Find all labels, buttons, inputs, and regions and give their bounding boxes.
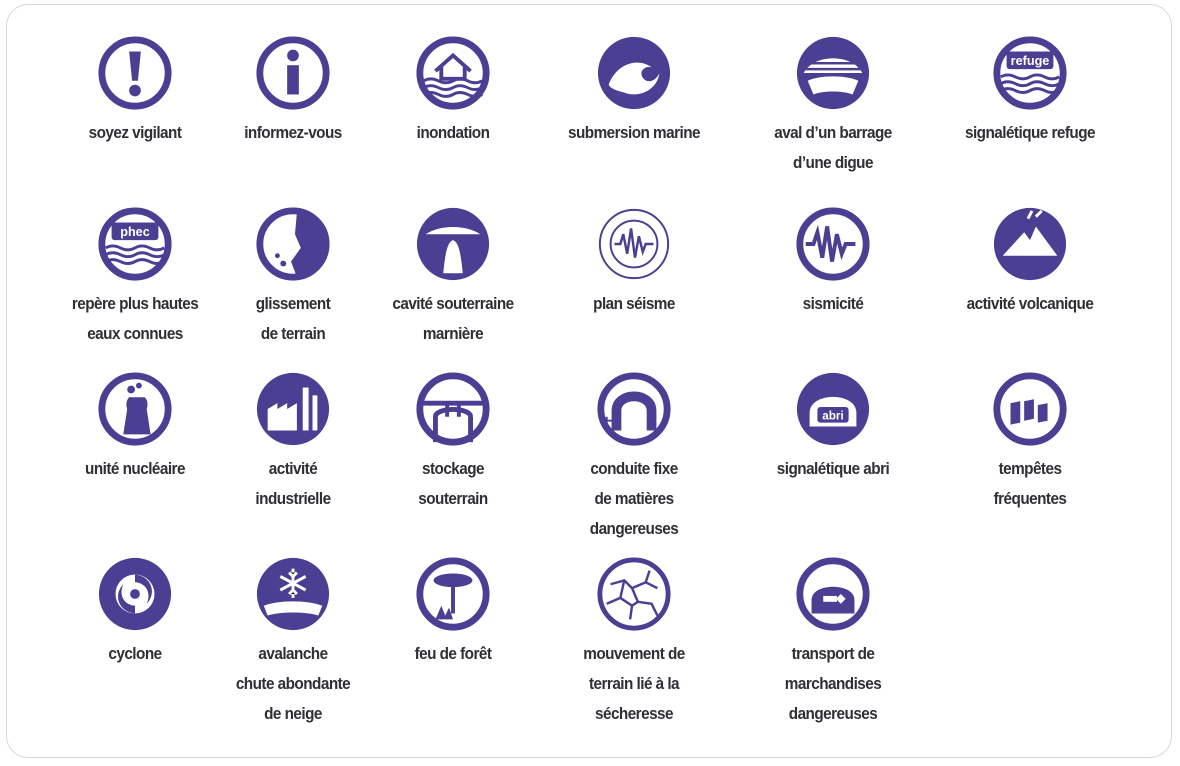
pictogram-label: glissement de terrain <box>255 294 331 343</box>
avalanche-snowflake-icon <box>256 557 330 631</box>
pictogram-label: signalétique refuge <box>964 123 1096 142</box>
pictogram-label: conduite fixe de matières dangereuses <box>589 459 679 538</box>
phec-icon: phec <box>98 207 172 281</box>
cyclone-icon <box>98 557 172 631</box>
pictogram-item: inondation <box>358 34 548 148</box>
pictogram-item: plan séisme <box>539 205 729 319</box>
volcano-icon <box>993 207 1067 281</box>
pictogram-item: feu de forêt <box>358 555 548 669</box>
pipeline-icon <box>597 372 671 446</box>
pictogram-item: refuge signalétique refuge <box>935 34 1125 148</box>
info-icon <box>256 36 330 110</box>
pictogram-label: activité industrielle <box>255 459 331 508</box>
pictogram-label: unité nucléaire <box>85 459 185 478</box>
nuclear-plant-icon <box>98 372 172 446</box>
pictogram-label: avalanche chute abondante de neige <box>235 644 351 723</box>
pictogram-item: mouvement de terrain lié à la sécheresse <box>539 555 729 729</box>
pictogram-item: aval d’un barrage d’une digue <box>738 34 928 178</box>
forest-fire-icon <box>416 557 490 631</box>
exclamation-icon <box>98 36 172 110</box>
shelter-sign-icon: abri <box>796 372 870 446</box>
pictogram-label: sismicité <box>802 294 864 313</box>
storm-icon <box>993 372 1067 446</box>
svg-text:abri: abri <box>822 410 843 423</box>
underground-storage-icon <box>416 372 490 446</box>
wave-icon <box>597 36 671 110</box>
svg-text:refuge: refuge <box>1011 54 1050 68</box>
factory-icon <box>256 372 330 446</box>
landslide-icon <box>256 207 330 281</box>
drought-cracks-icon <box>597 557 671 631</box>
pictogram-label: stockage souterrain <box>418 459 488 508</box>
pictogram-label: cavité souterraine marnière <box>392 294 514 343</box>
pictogram-label: activité volcanique <box>966 294 1094 313</box>
pictogram-item: transport de marchandises dangereuses <box>738 555 928 729</box>
pictogram-item: sismicité <box>738 205 928 319</box>
pictogram-label: submersion marine <box>568 123 701 142</box>
pictogram-label: inondation <box>416 123 490 142</box>
pictogram-item: tempêtes fréquentes <box>935 370 1125 514</box>
pictogram-label: feu de forêt <box>414 644 492 663</box>
pictogram-item: stockage souterrain <box>358 370 548 514</box>
pictogram-label: aval d’un barrage d’une digue <box>774 123 892 172</box>
pictogram-item: submersion marine <box>539 34 729 148</box>
pictogram-item: cavité souterraine marnière <box>358 205 548 349</box>
pictogram-label: repère plus hautes eaux connues <box>71 294 199 343</box>
seismicity-icon <box>796 207 870 281</box>
pictogram-label: informez-vous <box>244 123 342 142</box>
pictogram-label: mouvement de terrain lié à la sécheresse <box>583 644 685 723</box>
pictogram-label: transport de marchandises dangereuses <box>784 644 882 723</box>
pictogram-label: cyclone <box>108 644 162 663</box>
refuge-sign-icon: refuge <box>993 36 1067 110</box>
cavity-icon <box>416 207 490 281</box>
pictogram-label: plan séisme <box>593 294 675 313</box>
seismic-plan-icon <box>598 208 670 280</box>
pictogram-label: signalétique abri <box>776 459 890 478</box>
hazmat-transport-icon <box>796 557 870 631</box>
pictogram-label: tempêtes fréquentes <box>993 459 1067 508</box>
svg-text:phec: phec <box>120 225 150 239</box>
pictogram-item: conduite fixe de matières dangereuses <box>539 370 729 544</box>
dam-icon <box>796 36 870 110</box>
flood-house-icon <box>416 36 490 110</box>
pictogram-item: activité volcanique <box>935 205 1125 319</box>
pictogram-label: soyez vigilant <box>88 123 182 142</box>
pictogram-item: abri signalétique abri <box>738 370 928 484</box>
